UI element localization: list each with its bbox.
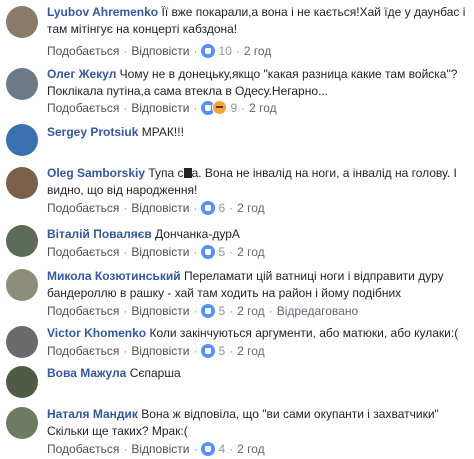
avatar[interactable] xyxy=(6,326,38,358)
reactions[interactable]: 4 xyxy=(201,441,226,457)
comment-text: Дончанка-дурА xyxy=(155,227,240,241)
reactions[interactable]: 5 xyxy=(201,244,226,260)
censor-mark xyxy=(183,168,192,178)
reply-button[interactable]: Відповісти xyxy=(131,442,189,456)
like-icon xyxy=(201,201,216,216)
comment-actions: Подобається · Відповісти · 6 · 2 год xyxy=(47,200,265,216)
comment-time[interactable]: 2 год xyxy=(249,101,277,115)
reactions[interactable]: 6 xyxy=(201,200,226,216)
like-button[interactable]: Подобається xyxy=(47,44,119,58)
reaction-count: 5 xyxy=(218,344,226,359)
like-button[interactable]: Подобається xyxy=(47,245,119,259)
reaction-count: 6 xyxy=(218,201,226,216)
avatar[interactable] xyxy=(6,407,38,439)
comment-time[interactable]: 2 год xyxy=(237,442,265,456)
comment-actions: Подобається · Відповісти · 9 · 2 год xyxy=(47,100,277,116)
reply-button[interactable]: Відповісти xyxy=(131,44,189,58)
reaction-count: 5 xyxy=(218,304,226,319)
comment-time[interactable]: 2 год xyxy=(244,44,272,58)
like-button[interactable]: Подобається xyxy=(47,304,119,318)
like-icon xyxy=(201,44,216,59)
avatar[interactable] xyxy=(6,366,38,398)
comment-actions: Подобається · Відповісти · 10 · 2 год xyxy=(47,43,272,59)
comment-author[interactable]: Микола Козютинський xyxy=(47,269,181,283)
reply-button[interactable]: Відповісти xyxy=(131,101,189,115)
comment-author[interactable]: Олег Жекул xyxy=(47,67,116,81)
comment-author[interactable]: Victor Khomenko xyxy=(47,326,146,340)
comment-author[interactable]: Sergey Protsiuk xyxy=(47,125,138,139)
comment-text: МРАК!!! xyxy=(141,125,184,139)
comment-actions: Подобається · Відповісти · 5 · 2 год · Відредаго… xyxy=(47,303,359,319)
reply-button[interactable]: Відповісти xyxy=(131,245,189,259)
comment-time[interactable]: 2 год xyxy=(237,201,265,215)
like-button[interactable]: Подобається xyxy=(47,101,119,115)
reaction-count: 10 xyxy=(218,44,232,59)
reactions[interactable]: 5 xyxy=(201,303,226,319)
reactions[interactable]: 5 xyxy=(201,343,226,359)
reactions[interactable]: 9 xyxy=(201,100,238,116)
comment-time[interactable]: 2 год xyxy=(237,344,265,358)
avatar[interactable] xyxy=(6,225,38,257)
comment-actions: Подобається · Відповісти · 4 · 2 год xyxy=(47,441,265,457)
reactions[interactable]: 10 xyxy=(201,43,232,59)
avatar[interactable] xyxy=(6,124,38,156)
avatar[interactable] xyxy=(6,68,38,100)
comment-author[interactable]: Наталя Мандик xyxy=(47,407,138,421)
comment-text: Коли закінчуються аргументи, або матюки,… xyxy=(149,326,459,340)
reply-button[interactable]: Відповісти xyxy=(131,201,189,215)
comment-time[interactable]: 2 год xyxy=(237,245,265,259)
reaction-count: 4 xyxy=(218,442,226,457)
comment-actions: Подобається · Відповісти · 5 · 2 год xyxy=(47,244,265,260)
comment-time[interactable]: 2 год xyxy=(237,304,265,318)
like-icon xyxy=(201,442,216,457)
avatar[interactable] xyxy=(6,167,38,199)
comment-author[interactable]: Вова Мажула xyxy=(47,366,126,380)
like-button[interactable]: Подобається xyxy=(47,201,119,215)
edited-label[interactable]: Відредаговано xyxy=(277,304,358,318)
comment-text: Сєпарша xyxy=(129,366,181,380)
avatar[interactable] xyxy=(6,269,38,301)
reaction-count: 5 xyxy=(218,245,226,260)
reply-button[interactable]: Відповісти xyxy=(131,344,189,358)
reaction-count: 9 xyxy=(230,100,238,115)
like-icon xyxy=(201,245,216,260)
comment-actions: Подобається · Відповісти · 5 · 2 год xyxy=(47,343,265,359)
like-button[interactable]: Подобається xyxy=(47,442,119,456)
comment-author[interactable]: Lyubov Ahremenko xyxy=(47,5,158,19)
like-icon xyxy=(201,304,216,319)
avatar[interactable] xyxy=(6,6,38,38)
comment-author[interactable]: Oleg Samborskiy xyxy=(47,166,145,180)
reply-button[interactable]: Відповісти xyxy=(131,304,189,318)
angry-icon xyxy=(212,100,228,116)
like-button[interactable]: Подобається xyxy=(47,344,119,358)
like-icon xyxy=(201,344,216,359)
comment-author[interactable]: Віталій Поваляєв xyxy=(47,227,152,241)
